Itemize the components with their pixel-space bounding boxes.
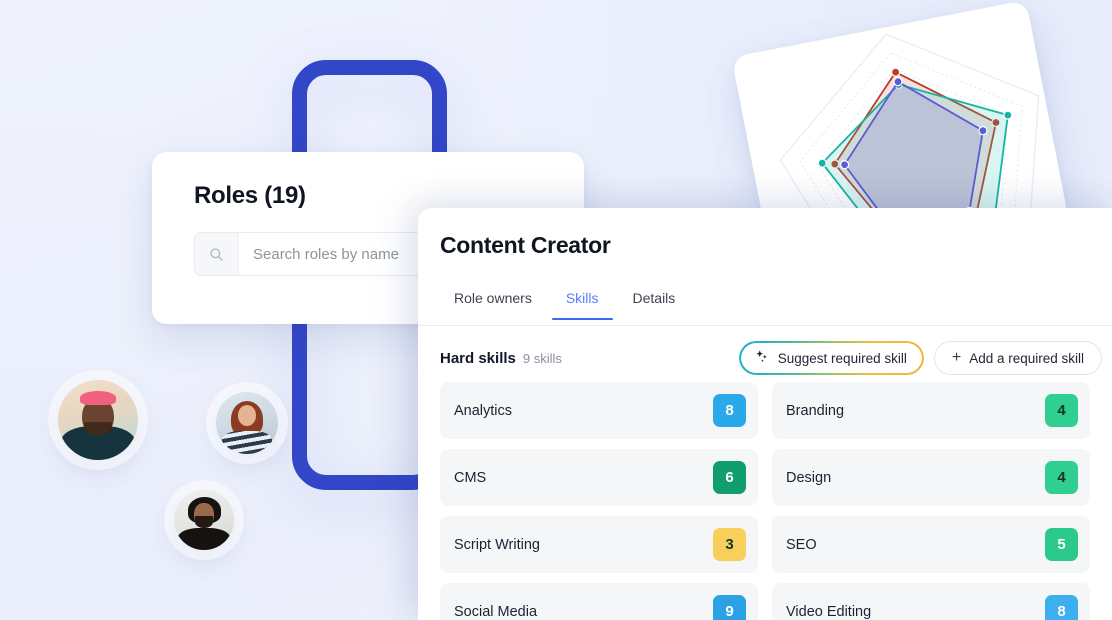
skills-grid: Analytics 8 Branding 4 CMS 6 Design 4 Script Wri… xyxy=(440,382,1090,620)
skill-level-badge: 4 xyxy=(1045,461,1078,494)
skill-row[interactable]: Video Editing 8 xyxy=(772,583,1090,620)
skill-name: CMS xyxy=(454,469,487,486)
avatar-photo xyxy=(174,490,234,550)
skill-row[interactable]: SEO 5 xyxy=(772,516,1090,573)
role-detail-panel: Content Creator Role owners Skills Detai… xyxy=(418,208,1112,620)
roles-panel-title: Roles (19) xyxy=(194,182,306,209)
skill-row[interactable]: Script Writing 3 xyxy=(440,516,758,573)
hard-skills-label: Hard skills xyxy=(440,349,516,367)
hard-skills-actions: Suggest required skill + Add a required … xyxy=(738,341,1102,375)
skill-name: Branding xyxy=(786,402,845,419)
avatar-photo xyxy=(216,392,278,454)
skill-name: Design xyxy=(786,469,832,486)
hard-skills-header: Hard skills 9 skills Suggest required sk… xyxy=(440,340,1102,376)
avatar xyxy=(216,392,278,454)
skill-name: Analytics xyxy=(454,402,513,419)
skill-level-badge: 4 xyxy=(1045,394,1078,427)
plus-icon: + xyxy=(951,348,962,366)
tab-details[interactable]: Details xyxy=(619,284,690,319)
search-roles-placeholder: Search roles by name xyxy=(253,245,399,263)
tab-skills[interactable]: Skills xyxy=(551,284,613,320)
skill-row[interactable]: Social Media 9 xyxy=(440,583,758,620)
search-icon xyxy=(195,233,239,275)
skill-level-badge: 8 xyxy=(1045,595,1078,620)
tab-role-owners[interactable]: Role owners xyxy=(440,284,546,319)
avatar xyxy=(58,380,138,460)
add-required-skill-button[interactable]: + Add a required skill xyxy=(933,341,1102,375)
hard-skills-count: 9 skills xyxy=(522,350,562,366)
skill-row[interactable]: Design 4 xyxy=(772,449,1090,506)
skill-level-badge: 3 xyxy=(713,528,746,561)
suggest-required-skill-label: Suggest required skill xyxy=(777,350,907,366)
add-required-skill-label: Add a required skill xyxy=(969,350,1084,366)
avatar xyxy=(174,490,234,550)
skill-name: SEO xyxy=(786,536,817,553)
skill-name: Script Writing xyxy=(454,536,540,553)
skill-name: Video Editing xyxy=(786,603,872,620)
skill-level-badge: 9 xyxy=(713,595,746,620)
avatar-photo xyxy=(58,380,138,460)
skill-level-badge: 8 xyxy=(713,394,746,427)
page-title: Content Creator xyxy=(440,232,611,258)
suggest-required-skill-button[interactable]: Suggest required skill xyxy=(738,341,924,375)
skill-level-badge: 5 xyxy=(1045,528,1078,561)
skill-name: Social Media xyxy=(454,603,538,620)
skill-level-badge: 6 xyxy=(713,461,746,494)
sparkles-icon xyxy=(754,349,769,367)
role-detail-tabs: Role owners Skills Details xyxy=(418,284,1112,326)
skill-row[interactable]: Branding 4 xyxy=(772,382,1090,439)
skill-row[interactable]: Analytics 8 xyxy=(440,382,758,439)
skill-row[interactable]: CMS 6 xyxy=(440,449,758,506)
